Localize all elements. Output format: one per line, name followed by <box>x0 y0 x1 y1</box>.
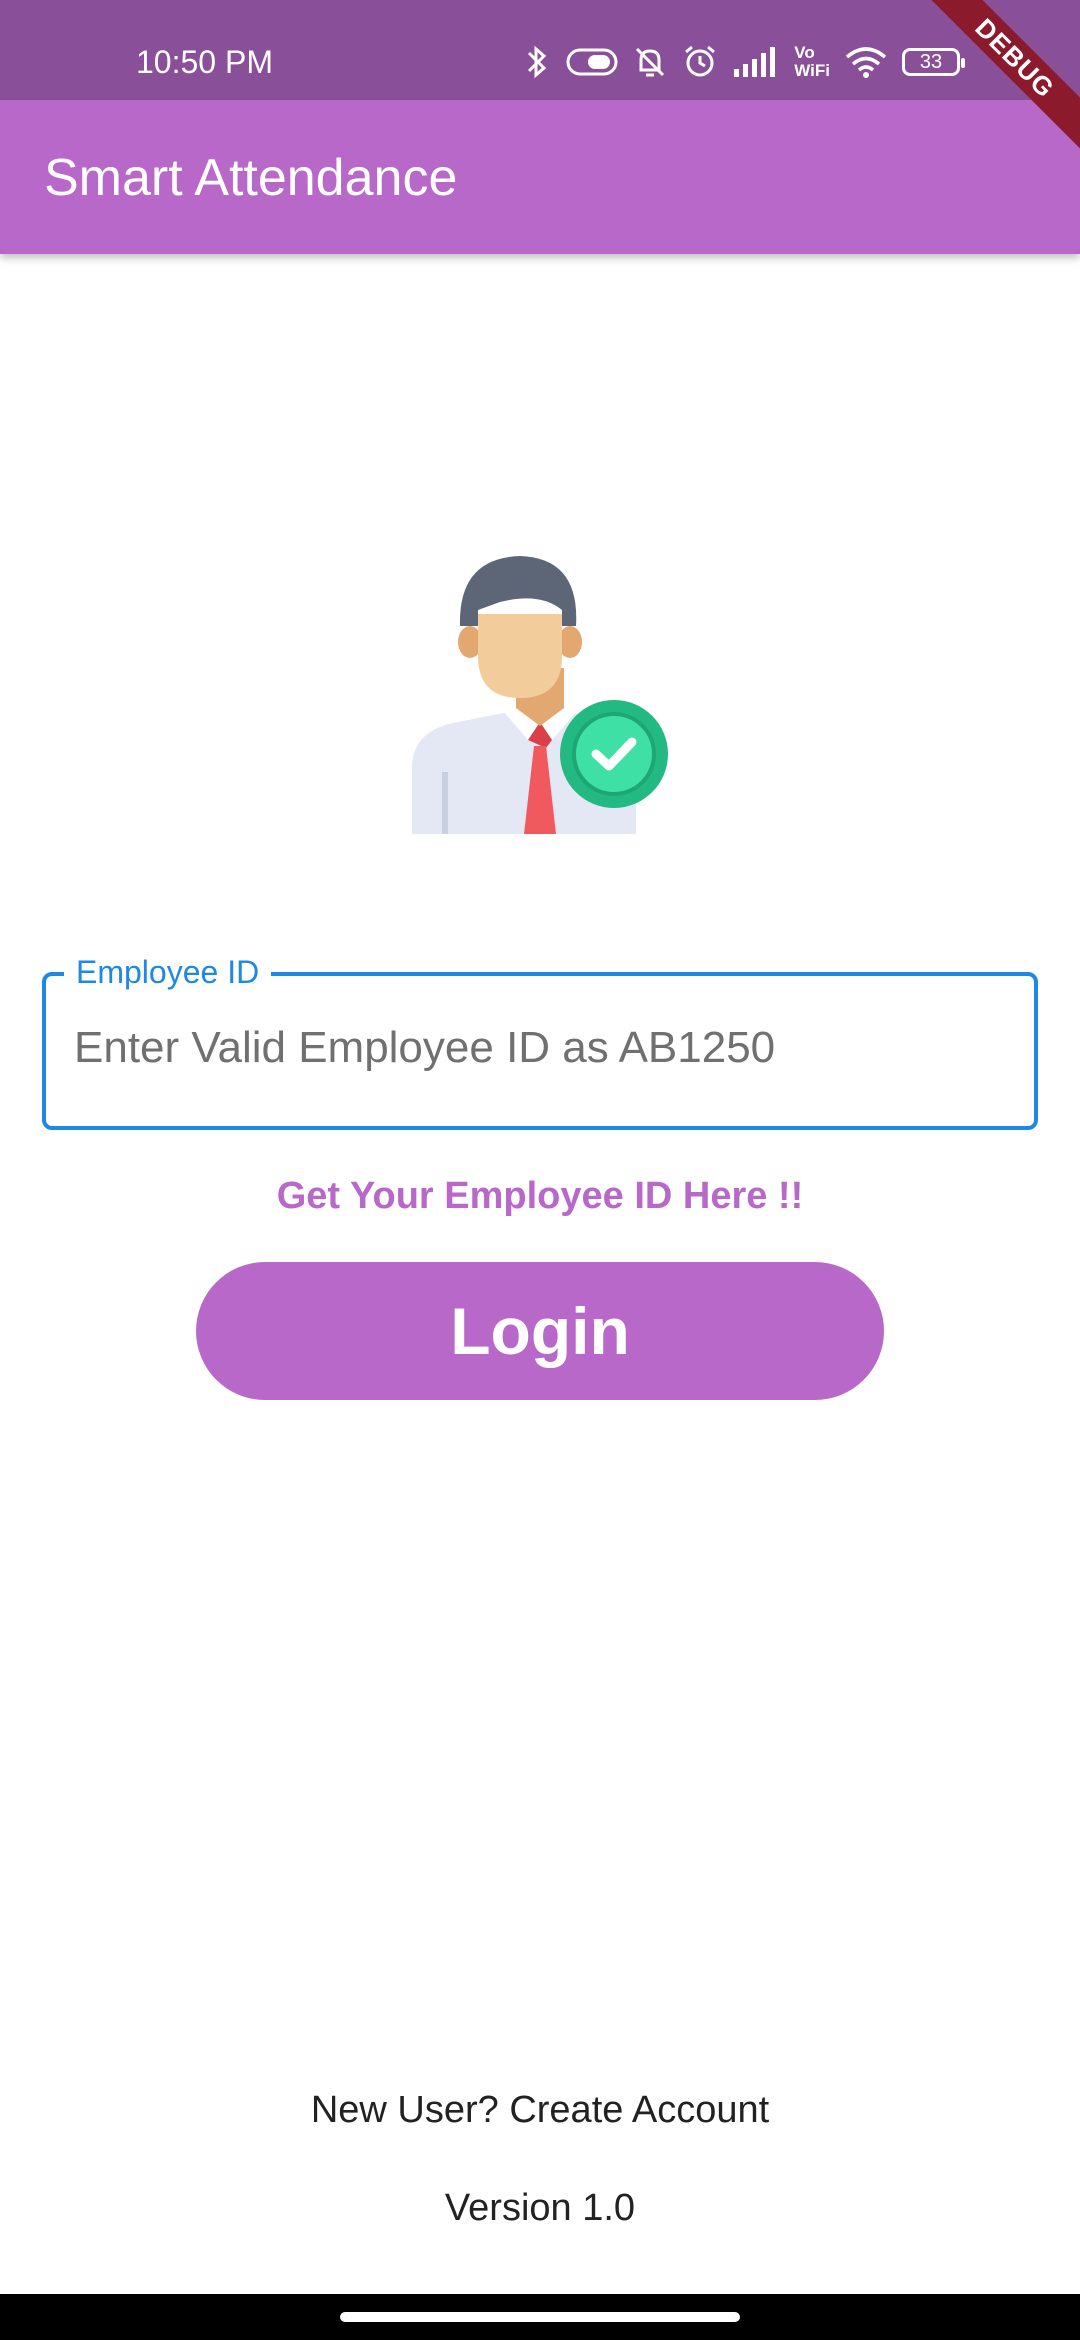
status-icons: Vo WiFi 33 <box>522 40 965 84</box>
signal-icon <box>734 47 776 77</box>
create-account-link[interactable]: New User? Create Account <box>0 2082 1080 2138</box>
status-time: 10:50 PM <box>136 44 273 80</box>
mute-bell-icon <box>636 47 665 77</box>
bluetooth-icon <box>528 45 547 79</box>
version-label: Version 1.0 <box>444 2187 636 2229</box>
wifi-icon <box>845 47 887 78</box>
get-employee-id-link[interactable]: Get Your Employee ID Here !! <box>0 1168 1080 1224</box>
home-indicator[interactable] <box>340 2312 740 2322</box>
alarm-icon <box>685 45 716 77</box>
vowifi-icon: Vo WiFi <box>794 43 830 80</box>
app-title: Smart Attendance <box>44 149 458 207</box>
data-saver-icon <box>566 48 618 76</box>
navigation-bar <box>0 2294 1080 2340</box>
battery-icon: 33 <box>902 48 965 76</box>
employee-id-label: Employee ID <box>64 950 272 994</box>
employee-verified-icon <box>412 556 668 834</box>
employee-id-input[interactable] <box>74 1016 994 1080</box>
app-bar: Smart Attendance <box>0 100 1080 254</box>
employee-id-field[interactable]: Employee ID <box>42 950 1038 1130</box>
status-bar: 10:50 PM Vo WiFi 33 <box>0 0 1080 100</box>
login-button[interactable]: Login <box>196 1262 884 1400</box>
